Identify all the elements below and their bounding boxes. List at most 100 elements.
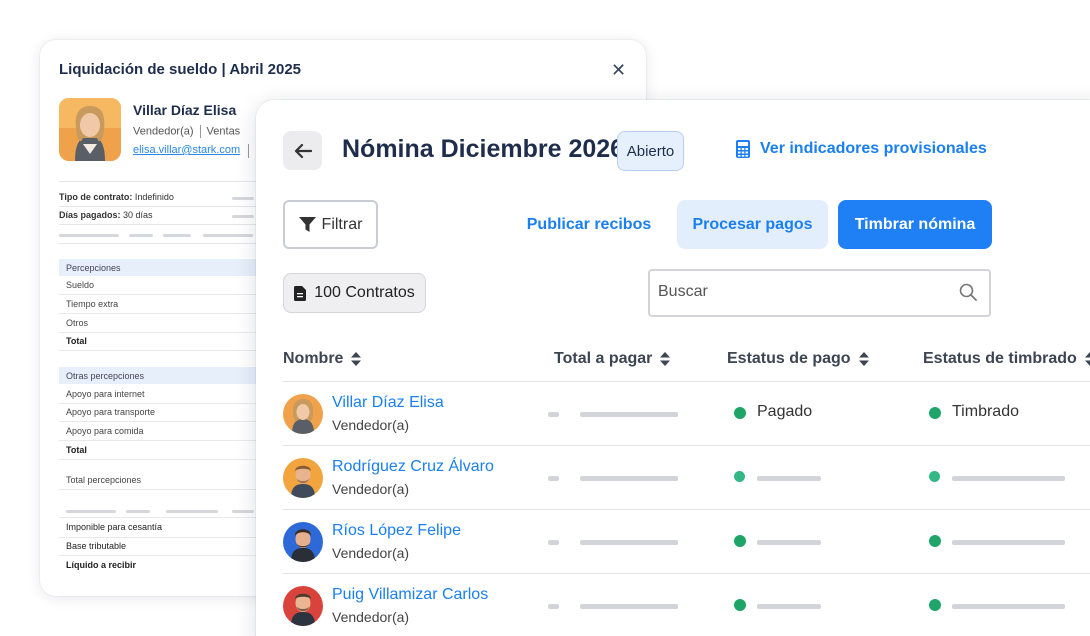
divider [59,181,273,182]
days-paid-value: 30 días [123,210,153,220]
placeholder-bar [548,412,559,417]
placeholder-bar [548,604,559,609]
placeholder-bar [757,540,821,545]
employee-role: Vendedor(a) [332,417,410,433]
divider [248,144,249,158]
days-paid: Días pagados: 30 días [59,210,153,220]
divider [59,537,273,538]
column-header-pay-status[interactable]: Estatus de pago [727,350,869,368]
placeholder-bar [580,476,678,481]
placeholder-bar [548,476,559,481]
other-perception-row: Apoyo para internet [66,389,145,399]
stamp-payroll-button[interactable]: Timbrar nómina [838,200,992,249]
employee-role: Vendedor(a) [332,481,410,497]
other-perceptions-header: Otras percepciones [59,367,273,384]
employee-role: Vendedor(a) [332,545,410,561]
divider [59,459,273,460]
perceptions-total: Total [66,336,87,346]
close-icon[interactable]: ✕ [611,60,626,81]
table-row[interactable]: Villar Díaz Elisa Vendedor(a) Pagado Tim… [283,382,1090,446]
placeholder-bar [548,540,559,545]
status-badge: Abierto [617,131,684,171]
document-icon [294,285,307,301]
contract-type-value: Indefinido [134,192,174,202]
divider [59,517,273,518]
other-perception-row: Apoyo para transporte [66,407,156,417]
search-input[interactable] [658,283,948,301]
calculator-icon [736,140,750,158]
perception-row: Otros [66,318,89,328]
placeholder-bar [757,476,821,481]
placeholder-bar [232,197,254,200]
other-perception-row: Apoyo para comida [66,426,144,436]
perception-row: Tiempo extra [66,299,119,309]
table-row[interactable]: Puig Villamizar Carlos Vendedor(a) [283,574,1090,636]
placeholder-bar [163,234,191,237]
placeholder-bar [580,604,678,609]
sort-icon[interactable] [1084,352,1090,366]
placeholder-bar [580,412,678,417]
page-title: Nómina Diciembre 2026 [342,135,625,163]
placeholder-bar [757,604,821,609]
status-dot [929,471,940,482]
divider [59,489,273,490]
column-header-label: Estatus de timbrado [923,350,1077,367]
column-header-total[interactable]: Total a pagar [554,350,671,368]
avatar [283,586,323,626]
employee-name: Villar Díaz Elisa [133,102,237,118]
avatar [283,458,323,498]
divider [199,125,201,138]
placeholder-bar [59,234,119,237]
placeholder-bar [580,540,678,545]
employee-email-link[interactable]: elisa.villar@stark.com [133,144,240,156]
contract-type-label: Tipo de contrato: [59,192,133,202]
days-paid-label: Días pagados: [59,210,121,220]
divider [59,403,273,404]
divider [59,224,273,225]
filter-button-label: Filtrar [321,215,363,233]
sort-icon[interactable] [660,352,671,366]
divider [59,421,273,422]
status-dot [734,599,746,611]
filter-button[interactable]: Filtrar [283,200,378,249]
employee-name-link[interactable]: Ríos López Felipe [332,522,461,540]
placeholder-bar [952,604,1065,609]
status-dot [734,471,745,482]
tax-base: Base tributable [66,541,127,551]
avatar [283,522,323,562]
stamp-status: Timbrado [952,403,1019,420]
employee-name-link[interactable]: Villar Díaz Elisa [332,394,444,412]
publish-receipts-button[interactable]: Publicar recibos [514,200,664,249]
process-payments-button[interactable]: Procesar pagos [677,200,828,249]
contracts-count-chip[interactable]: 100 Contratos [283,273,426,313]
back-button[interactable] [283,131,322,170]
search-box[interactable] [648,269,991,317]
arrow-left-icon [294,143,312,158]
status-dot [929,407,941,419]
table-row[interactable]: Ríos López Felipe Vendedor(a) [283,510,1090,574]
column-header-label: Estatus de pago [727,350,851,367]
search-icon[interactable] [959,283,977,301]
employee-name-link[interactable]: Puig Villamizar Carlos [332,586,488,604]
column-header-stamp-status[interactable]: Estatus de timbrado [923,350,1090,368]
filter-icon [298,217,316,232]
status-dot [734,535,746,547]
employee-name-link[interactable]: Rodríguez Cruz Álvaro [332,458,494,476]
sort-icon[interactable] [858,352,869,366]
placeholder-bar [952,476,1065,481]
indicators-link-label: Ver indicadores provisionales [760,140,987,157]
placeholder-bar [952,540,1065,545]
sort-icon[interactable] [351,352,362,366]
employee-role: Vendedor(a) [332,609,410,625]
total-perceptions: Total percepciones [66,475,142,485]
placeholder-bar [166,510,218,513]
column-header-label: Total a pagar [554,350,653,367]
indicators-link[interactable]: Ver indicadores provisionales [736,140,987,158]
table-row[interactable]: Rodríguez Cruz Álvaro Vendedor(a) [283,446,1090,510]
contract-type: Tipo de contrato: Indefinido [59,192,174,202]
column-header-label: Nombre [283,350,344,367]
placeholder-bar [232,215,254,218]
slip-title: Liquidación de sueldo | Abril 2025 [59,61,302,78]
column-header-name[interactable]: Nombre [283,350,362,368]
employee-role: Vendedor(a) [133,125,194,138]
